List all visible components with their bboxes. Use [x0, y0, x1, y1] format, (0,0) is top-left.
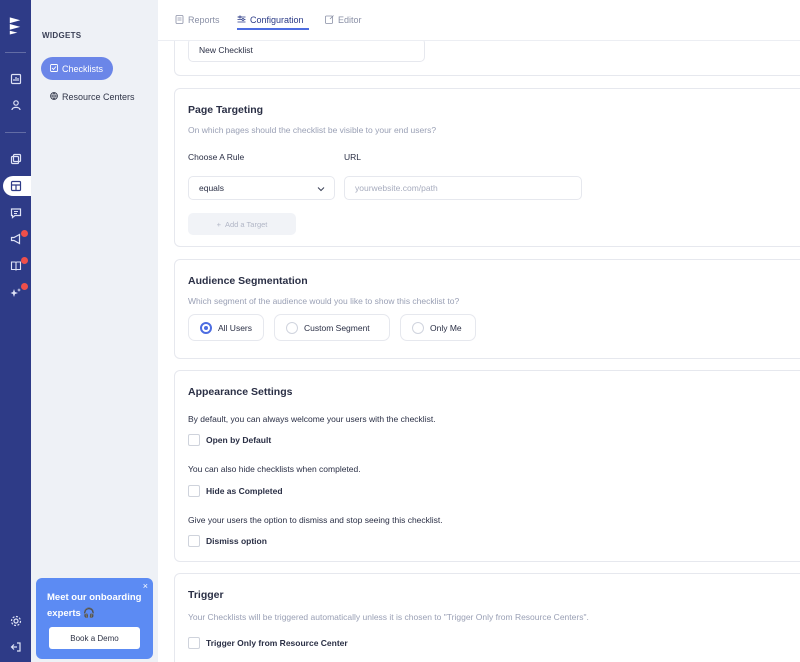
- main-content: Reports Configuration Editor New Checkli…: [158, 0, 800, 662]
- hide-as-completed-option[interactable]: Hide as Completed: [188, 485, 283, 497]
- checklist-name-input[interactable]: New Checklist: [188, 38, 425, 62]
- config-icon: [237, 15, 246, 26]
- checkbox[interactable]: [188, 637, 200, 649]
- close-icon[interactable]: ×: [143, 581, 148, 591]
- url-input[interactable]: yourwebsite.com/path: [344, 176, 582, 200]
- checkbox[interactable]: [188, 535, 200, 547]
- globe-icon: [50, 92, 58, 102]
- radio-label: All Users: [218, 322, 253, 333]
- tab-configuration[interactable]: Configuration: [237, 10, 304, 30]
- checkbox[interactable]: [188, 485, 200, 497]
- tab-bar: Reports Configuration Editor: [158, 0, 800, 41]
- trigger-card: Trigger Your Checklists will be triggere…: [174, 573, 800, 662]
- sidebar-item-label: Checklists: [62, 63, 104, 74]
- section-title: Appearance Settings: [188, 386, 293, 398]
- rule-label: Choose A Rule: [188, 152, 245, 162]
- add-target-label: Add a Target: [224, 219, 268, 229]
- appearance-settings-card: Appearance Settings By default, you can …: [174, 370, 800, 562]
- checkbox[interactable]: [188, 434, 200, 446]
- radio-only-me[interactable]: Only Me: [400, 314, 476, 341]
- checkbox-label: Hide as Completed: [206, 486, 283, 496]
- notification-badge: [21, 257, 28, 264]
- logo-icon[interactable]: [6, 14, 25, 36]
- tab-reports[interactable]: Reports: [175, 10, 220, 30]
- section-title: Audience Segmentation: [188, 275, 308, 287]
- sidebar-item-label: Resource Centers: [62, 92, 135, 102]
- sidebar-item-resource-centers[interactable]: Resource Centers: [50, 92, 135, 102]
- user-icon[interactable]: [7, 96, 24, 113]
- checkbox-label: Dismiss option: [206, 536, 267, 546]
- active-tab-indicator: [237, 28, 309, 30]
- section-title: Trigger: [188, 589, 224, 601]
- rule-select[interactable]: equals: [188, 176, 335, 200]
- notification-badge: [21, 230, 28, 237]
- rule-select-value: equals: [199, 183, 225, 193]
- tab-label: Configuration: [250, 15, 304, 25]
- rail-divider: [5, 132, 26, 133]
- open-by-default-option[interactable]: Open by Default: [188, 434, 271, 446]
- dismiss-option[interactable]: Dismiss option: [188, 535, 267, 547]
- radio-button[interactable]: [200, 321, 212, 334]
- section-subtitle: On which pages should the checklist be v…: [188, 125, 437, 135]
- trigger-only-resource-center-option[interactable]: Trigger Only from Resource Center: [188, 637, 348, 649]
- book-demo-button[interactable]: Book a Demo: [49, 627, 140, 649]
- sidebar-section-title: WIDGETS: [42, 31, 82, 40]
- tab-label: Reports: [188, 15, 220, 25]
- chevron-down-icon: [317, 185, 325, 192]
- radio-label: Only Me: [430, 322, 462, 333]
- radio-button[interactable]: [286, 321, 298, 334]
- tab-editor[interactable]: Editor: [325, 10, 362, 30]
- app-rail: [0, 0, 33, 662]
- option-description: Give your users the option to dismiss an…: [188, 515, 443, 525]
- page-targeting-card: Page Targeting On which pages should the…: [174, 88, 800, 247]
- report-icon: [175, 14, 184, 26]
- editor-icon: [325, 14, 334, 26]
- section-subtitle: Which segment of the audience would you …: [188, 296, 460, 306]
- widgets-sidebar: WIDGETS Checklists Resource Centers × Me…: [31, 0, 158, 662]
- promo-text: Meet our onboarding experts 🎧: [47, 592, 142, 619]
- onboarding-promo: × Meet our onboarding experts 🎧 Book a D…: [36, 578, 153, 659]
- rail-divider: [5, 52, 26, 53]
- widgets-icon[interactable]: [7, 177, 24, 194]
- checklist-icon: [50, 63, 58, 74]
- add-target-button[interactable]: + Add a Target: [188, 213, 296, 235]
- plus-icon: +: [216, 219, 221, 229]
- section-title: Page Targeting: [188, 104, 264, 116]
- tours-icon[interactable]: [7, 150, 24, 167]
- sidebar-item-checklists[interactable]: Checklists: [41, 57, 113, 80]
- settings-icon[interactable]: [7, 612, 24, 629]
- audience-segmentation-card: Audience Segmentation Which segment of t…: [174, 259, 800, 359]
- radio-custom-segment[interactable]: Custom Segment: [274, 314, 390, 341]
- radio-label: Custom Segment: [304, 322, 370, 333]
- checkbox-label: Open by Default: [206, 435, 272, 445]
- radio-all-users[interactable]: All Users: [188, 314, 264, 341]
- logout-icon[interactable]: [7, 638, 24, 655]
- tab-label: Editor: [338, 15, 362, 25]
- chat-icon[interactable]: [7, 204, 24, 221]
- option-description: You can also hide checklists when comple…: [188, 464, 361, 474]
- section-subtitle: Your Checklists will be triggered automa…: [188, 612, 589, 622]
- dashboard-icon[interactable]: [7, 70, 24, 87]
- option-description: By default, you can always welcome your …: [188, 414, 436, 424]
- notification-badge: [21, 283, 28, 290]
- url-label: URL: [344, 152, 362, 162]
- checkbox-label: Trigger Only from Resource Center: [206, 638, 348, 648]
- radio-button[interactable]: [412, 321, 424, 334]
